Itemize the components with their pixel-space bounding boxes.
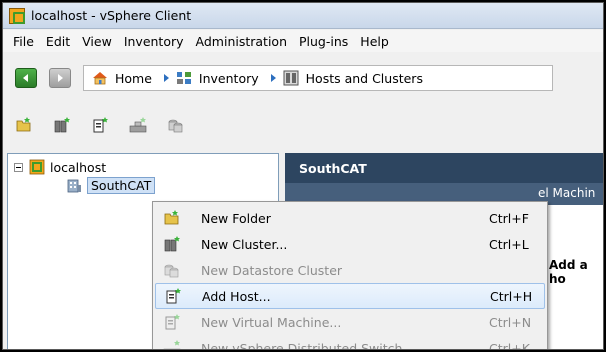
content-header-title: SouthCAT [285, 153, 603, 183]
breadcrumb-home-label: Home [115, 70, 152, 86]
ctx-new-virtual-machine-shortcut: Ctrl+N [489, 314, 532, 330]
navigation-bar: Home Inventory Hosts and Clusters [3, 60, 603, 96]
datacenter-icon [67, 179, 81, 193]
ctx-add-host[interactable]: Add Host... Ctrl+H [155, 283, 545, 309]
getting-started-text: Add a ho [549, 258, 588, 286]
add-host-icon [166, 288, 181, 304]
ctx-new-folder-label: New Folder [201, 210, 271, 226]
new-vm-icon[interactable] [129, 116, 147, 134]
tree-label-localhost: localhost [50, 159, 107, 175]
breadcrumb-separator-icon [270, 74, 276, 82]
home-icon [93, 72, 107, 85]
new-cluster-icon [164, 236, 180, 252]
breadcrumb-hosts-clusters-label: Hosts and Clusters [305, 70, 423, 86]
window-title: localhost - vSphere Client [31, 8, 192, 23]
ctx-new-datastore-cluster-label: New Datastore Cluster [201, 262, 343, 278]
new-datastore-cluster-icon[interactable] [167, 116, 185, 134]
ctx-new-cluster[interactable]: New Cluster... Ctrl+L [155, 231, 545, 257]
breadcrumb-separator-icon [163, 74, 169, 82]
vcenter-icon [29, 159, 45, 175]
menu-edit[interactable]: Edit [40, 34, 76, 49]
tree-row-localhost[interactable]: localhost [14, 158, 106, 176]
menu-help[interactable]: Help [354, 34, 395, 49]
arrow-left-icon [23, 74, 28, 82]
new-cluster-icon[interactable] [53, 116, 71, 134]
title-bar[interactable]: localhost - vSphere Client [3, 3, 603, 29]
vsphere-app-icon [9, 7, 25, 24]
context-menu: New Folder Ctrl+F New Cluster... Ctrl+L … [152, 201, 548, 350]
ctx-new-datastore-cluster[interactable]: New Datastore Cluster [155, 257, 545, 283]
collapse-icon[interactable] [14, 162, 23, 172]
hosts-clusters-icon [283, 70, 299, 86]
ctx-add-host-label: Add Host... [202, 288, 271, 304]
ctx-new-virtual-machine-label: New Virtual Machine... [201, 314, 342, 330]
ctx-add-host-shortcut: Ctrl+H [490, 288, 533, 304]
tab-virtual-machines[interactable]: el Machin [538, 186, 595, 200]
menu-file[interactable]: File [3, 34, 40, 49]
menu-administration[interactable]: Administration [190, 34, 293, 49]
toolbar [3, 111, 193, 139]
breadcrumb-hosts-and-clusters[interactable]: Hosts and Clusters [283, 70, 423, 86]
breadcrumb-inventory[interactable]: Inventory [176, 70, 259, 86]
new-datastore-cluster-icon [164, 264, 179, 278]
ctx-new-distributed-switch-shortcut: Ctrl+K [489, 340, 530, 350]
menu-plugins[interactable]: Plug-ins [293, 34, 354, 49]
back-button[interactable] [15, 68, 37, 88]
arrow-right-icon [58, 74, 63, 82]
new-dvswitch-icon [163, 340, 181, 349]
breadcrumb-inventory-label: Inventory [198, 70, 259, 86]
menu-inventory[interactable]: Inventory [118, 34, 190, 49]
new-folder-icon [164, 210, 179, 225]
tree-row-datacenter[interactable]: SouthCAT [66, 176, 156, 194]
vsphere-client-window: localhost - vSphere Client File Edit Vie… [2, 2, 604, 350]
menu-view[interactable]: View [76, 34, 118, 49]
new-vm-icon [165, 314, 180, 330]
tree-label-southcat: SouthCAT [87, 176, 156, 194]
breadcrumb: Home Inventory Hosts and Clusters [83, 65, 553, 91]
ctx-new-distributed-switch[interactable]: New vSphere Distributed Switch... Ctrl+K [155, 335, 545, 350]
ctx-new-cluster-label: New Cluster... [201, 236, 288, 252]
menu-bar: File Edit View Inventory Administration … [3, 30, 603, 52]
ctx-new-folder-shortcut: Ctrl+F [489, 210, 529, 226]
ctx-new-folder[interactable]: New Folder Ctrl+F [155, 205, 545, 231]
ctx-new-cluster-shortcut: Ctrl+L [489, 236, 529, 252]
forward-button[interactable] [49, 68, 71, 88]
new-folder-icon[interactable] [15, 116, 33, 134]
inventory-icon [176, 72, 191, 84]
breadcrumb-home[interactable]: Home [92, 70, 152, 86]
ctx-new-distributed-switch-label: New vSphere Distributed Switch... [201, 340, 415, 350]
ctx-new-virtual-machine[interactable]: New Virtual Machine... Ctrl+N [155, 309, 545, 335]
add-host-icon[interactable] [91, 116, 109, 134]
